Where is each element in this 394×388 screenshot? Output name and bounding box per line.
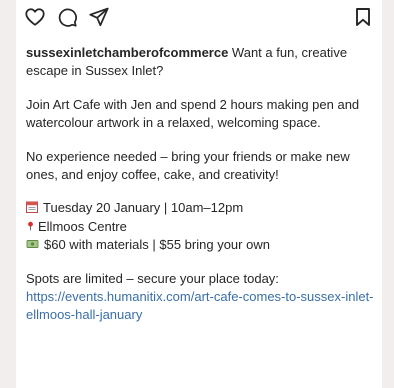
instagram-post-card: sussexinletchamberofcommerce Want a fun,… <box>16 0 382 388</box>
event-location-line: Ellmoos Centre <box>26 218 376 236</box>
comment-bubble-icon[interactable] <box>56 6 78 28</box>
event-location-text: Ellmoos Centre <box>38 218 127 234</box>
pushpin-icon <box>28 221 33 231</box>
post-action-bar <box>16 6 382 30</box>
event-date-line: Tuesday 20 January | 10am–12pm <box>26 199 376 217</box>
event-price-line: $60 with materials | $55 bring your own <box>26 236 376 254</box>
caption-cta-paragraph: Spots are limited – secure your place to… <box>26 270 376 325</box>
event-booking-link[interactable]: https://events.humanitix.com/art-cafe-co… <box>26 289 374 322</box>
event-price-text: $60 with materials | $55 bring your own <box>44 237 270 253</box>
heart-icon[interactable] <box>24 6 46 28</box>
post-caption: sussexinletchamberofcommerce Want a fun,… <box>26 44 376 340</box>
money-icon <box>26 240 39 249</box>
caption-paragraph-2: No experience needed – bring your friend… <box>26 148 350 183</box>
post-username[interactable]: sussexinletchamberofcommerce <box>26 45 228 60</box>
caption-paragraph-1: Join Art Cafe with Jen and spend 2 hours… <box>26 96 360 131</box>
event-date-text: Tuesday 20 January | 10am–12pm <box>43 200 244 216</box>
send-arrow-icon[interactable] <box>88 6 110 28</box>
caption-intro-paragraph: sussexinletchamberofcommerce Want a fun,… <box>26 44 376 81</box>
bookmark-icon[interactable] <box>354 7 372 27</box>
caption-cta-text: Spots are limited – secure your place to… <box>26 270 279 286</box>
calendar-icon <box>26 201 38 214</box>
event-details: Tuesday 20 January | 10am–12pm Ellmoos C… <box>26 199 376 254</box>
